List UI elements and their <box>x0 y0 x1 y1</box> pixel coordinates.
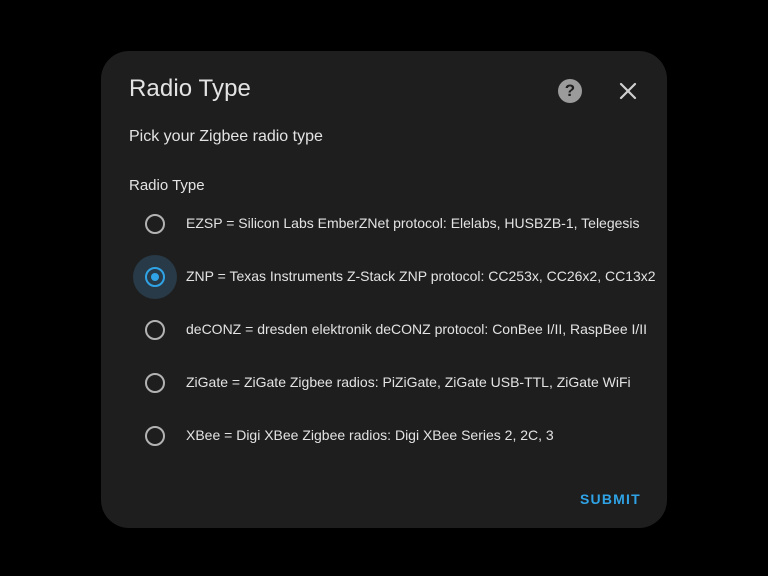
radio-button-wrap[interactable] <box>133 202 177 246</box>
radio-option-label: deCONZ = dresden elektronik deCONZ proto… <box>186 321 648 337</box>
radio-option-xbee[interactable]: XBee = Digi XBee Zigbee radios: Digi XBe… <box>133 414 653 458</box>
radio-option-znp[interactable]: ZNP = Texas Instruments Z-Stack ZNP prot… <box>133 255 656 299</box>
radio-button-wrap[interactable] <box>133 255 177 299</box>
radio-button-wrap[interactable] <box>133 308 177 352</box>
radio-option-label: ZNP = Texas Instruments Z-Stack ZNP prot… <box>186 268 656 284</box>
radio-option-zigate[interactable]: ZiGate = ZiGate Zigbee radios: PiZiGate,… <box>133 361 653 405</box>
radio-button-wrap[interactable] <box>133 414 177 458</box>
radio-option-ezsp[interactable]: EZSP = Silicon Labs EmberZNet protocol: … <box>133 202 653 246</box>
radio-button[interactable] <box>145 373 165 393</box>
radio-group-label: Radio Type <box>129 177 205 194</box>
radio-type-dialog: Radio Type ? Pick your Zigbee radio type… <box>101 51 667 528</box>
submit-button[interactable]: SUBMIT <box>580 491 641 507</box>
dialog-subtitle: Pick your Zigbee radio type <box>129 128 323 145</box>
close-icon[interactable] <box>615 78 641 104</box>
help-icon[interactable]: ? <box>558 79 582 103</box>
radio-button-wrap[interactable] <box>133 361 177 405</box>
radio-option-label: ZiGate = ZiGate Zigbee radios: PiZiGate,… <box>186 374 631 390</box>
radio-button-selected[interactable] <box>145 267 165 287</box>
radio-button[interactable] <box>145 214 165 234</box>
radio-option-label: XBee = Digi XBee Zigbee radios: Digi XBe… <box>186 427 554 443</box>
radio-option-label: EZSP = Silicon Labs EmberZNet protocol: … <box>186 215 640 231</box>
radio-option-deconz[interactable]: deCONZ = dresden elektronik deCONZ proto… <box>133 308 653 352</box>
radio-button[interactable] <box>145 320 165 340</box>
radio-selected-dot <box>151 273 159 281</box>
radio-button[interactable] <box>145 426 165 446</box>
dialog-title: Radio Type <box>129 75 251 102</box>
